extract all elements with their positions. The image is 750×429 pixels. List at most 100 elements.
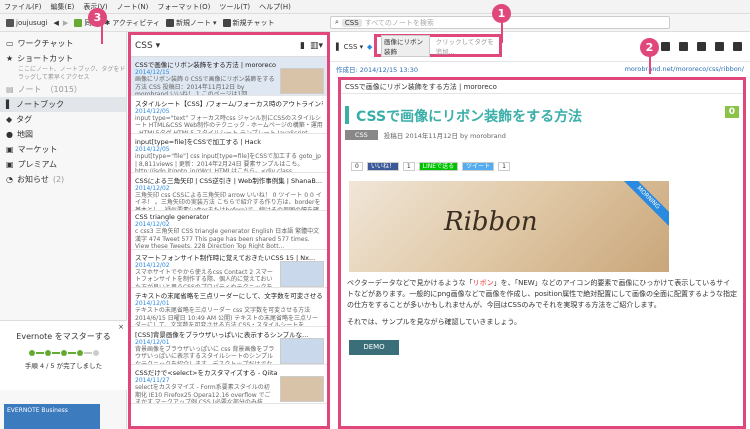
callout-3: 3 [88,8,107,27]
note-date: 2014/12/05 [135,107,170,115]
ribbon-badge: MORNING [619,181,669,227]
share-buttons: 0 いいね！ 1 LINEで送る ツイート 1 [351,162,743,171]
close-icon[interactable]: × [118,323,124,331]
onboarding-panel: × Evernote をマスターする 手順 4 / 5 が完了しました [0,320,127,390]
tag-icon: ◆ [6,115,13,124]
list-item[interactable]: CSSで画像にリボン装飾をする方法 | mororeco 2014/12/15 画像… [131,57,327,96]
forward-arrow-icon[interactable]: ▶ [63,19,68,27]
note-snippet: input type="text" フォーカス時css ジャンル別にCSSのスタ… [135,114,323,134]
comment-count: 0 [724,106,739,118]
sidebar-item-tags[interactable]: ◆ タグ [0,112,126,127]
list-item[interactable]: CSSだけで<select>をカスタマイズする - Qiita 2014/11/2… [131,365,327,404]
sidebar-item-notes[interactable]: ▤ ノート （1015） [0,82,126,97]
menu-help[interactable]: ヘルプ(H) [259,2,291,12]
note-editor: ▌ CSS ▾ ◆ 画像にリボン装飾 クリックしてタグを追加... 作成日: 2… [330,32,750,429]
sidebar-item-atlas[interactable]: ● 地図 [0,127,126,142]
note-title: スタイルシート【CSS】/フォーム/フォーカス時のアウトラインを指定する - T… [135,99,323,108]
new-chat-button[interactable]: 新規チャット [222,18,274,28]
user-account[interactable]: joujusugi [6,18,48,27]
info-icon[interactable] [697,42,706,51]
user-icon [6,18,14,27]
activity-button[interactable]: ✱ アクティビティ [104,18,160,28]
note-meta: 作成日: 2014/12/15 13:30 morobrand.net/moro… [330,62,750,75]
note-icon: ▤ [6,85,14,94]
demo-button[interactable]: DEMO [349,340,399,355]
note-list-header: CSS ▾ ▮ ▥▾ [131,35,327,57]
trash-icon[interactable]: ▮ [300,41,305,51]
note-date: 2014/12/01 [135,300,170,307]
note-title: CSS triangle generator [135,213,210,221]
note-thumbnail [280,376,324,402]
new-note-icon [166,18,174,27]
note-thumbnail [280,337,324,364]
sidebar-item-premium[interactable]: ▣ プレミアム [0,157,126,172]
note-thumbnail [280,260,324,287]
tag-input[interactable]: クリックしてタグを追加... [436,36,499,56]
star-icon: ★ [6,54,14,63]
body-paragraph: ベクターデータなどで見かけるような「リボン」を、「NEW」などのアイコン的要素で… [347,279,737,309]
note-title: CSSによる三角矢印 | CSS逆引き | Web制作事例集 | ShanaB.… [135,176,323,185]
list-item[interactable]: input[type=file]をCSSで加工する | Hack 2014/12/… [131,134,327,173]
note-date: 2014/12/02 [135,221,170,228]
list-item[interactable]: [CSS]背景画像をブラウザいっぱいに表示するシンプルな... 2014/12/0… [131,327,327,365]
shortcuts-hint: ここにノート、ノートブック、タグをドラッグして素早くアクセス [18,66,126,81]
clip-title: CSSで画像にリボン装飾をする方法 | mororeco [341,80,743,94]
sidebar-item-shortcuts[interactable]: ★ ショートカット [0,51,126,66]
list-item[interactable]: CSS triangle generator 2014/12/02 c css3 三… [131,211,327,250]
expand-icon[interactable] [733,42,742,51]
tag-icon: ◆ [367,43,373,51]
onboarding-title: Evernote をマスターする [16,332,111,341]
post-meta: CSS 投稿日 2014年11月12日 by morobrand [345,130,739,140]
callout-2: 2 [640,38,659,57]
created-date: 作成日: 2014/12/15 13:30 [336,65,419,74]
reminder-icon[interactable] [661,42,670,51]
menu-file[interactable]: ファイル(F) [4,2,42,12]
new-note-button[interactable]: 新規ノート ▾ [166,18,217,28]
note-snippet: テキストの末尾省略を三点リーダー css 文字数を可変させる方法 2014/6/… [135,307,319,327]
list-item[interactable]: CSSによる三角矢印 | CSS逆引き | Web制作事例集 | ShanaB.… [131,173,327,211]
pin-icon: ● [6,130,13,139]
chevron-down-icon[interactable]: ▾ [213,19,217,27]
premium-icon: ▣ [6,160,14,169]
body-paragraph-2: それでは、サンプルを見ながら確認していきましょう。 [347,318,521,326]
view-options-icon[interactable]: ▥▾ [310,41,323,51]
callout-1: 1 [492,4,511,23]
business-banner[interactable]: EVERNOTE Business [4,404,100,429]
note-date: 2014/12/02 [135,184,170,192]
source-url[interactable]: morobrand.net/mororeco/css/ribbon/ [625,65,744,73]
share-icon[interactable] [715,42,724,51]
back-arrow-icon[interactable]: ◀ [54,19,59,27]
progress-steps [0,350,127,356]
search-placeholder: すべてのノートを検索 [364,18,434,27]
search-chip[interactable]: CSS [341,18,362,27]
editor-toolbar: ▌ CSS ▾ ◆ 画像にリボン装飾 クリックしてタグを追加... [330,32,750,62]
tag-field[interactable]: 画像にリボン装飾 クリックしてタグを追加... [374,34,502,57]
tag-chip[interactable]: 画像にリボン装飾 [381,34,430,57]
category-badge[interactable]: CSS [345,130,378,140]
menu-tools[interactable]: ツール(T) [219,2,250,12]
note-snippet: 三角矢印 css CSSによる三角矢印 arrow いいね！ 0 ツイート 0 … [135,191,322,211]
menu-edit[interactable]: 編集(E) [51,2,75,12]
list-item[interactable]: スタイルシート【CSS】/フォーム/フォーカス時のアウトラインを指定する - T… [131,96,327,134]
note-content[interactable]: CSSで画像にリボン装飾をする方法 | mororeco CSSで画像にリボン装… [338,77,746,429]
sidebar-item-workchat[interactable]: ▭ ワークチャット [0,36,126,51]
notebook-selector[interactable]: ▌ CSS ▾ [336,43,363,51]
sidebar-item-notebooks[interactable]: ▌ ノートブック [0,97,126,112]
list-item[interactable]: テキストの末尾省略を三点リーダーにして、文字数を可変させる方法 - スタイル..… [131,288,327,327]
hero-image: Ribbon MORNING [349,181,669,272]
note-list: CSS ▾ ▮ ▥▾ CSSで画像にリボン装飾をする方法 | mororeco 2… [128,32,330,429]
menu-note[interactable]: ノート(N) [117,2,149,12]
list-item[interactable]: スマートフォンサイト制作時に覚えておきたいCSS 15 | Nx... 2014/… [131,250,327,288]
notebook-dropdown[interactable]: CSS ▾ [135,41,160,51]
search-icon: ⌕ [335,18,339,26]
note-snippet: c css3 三角矢印 CSS triangle generator Engli… [135,228,320,250]
sidebar-item-market[interactable]: ▣ マーケット [0,142,126,157]
menu-bar: ファイル(F) 編集(E) 表示(V) ノート(N) フォーマット(O) ツール… [0,0,750,14]
callout-pointer-1 [501,21,503,43]
menu-format[interactable]: フォーマット(O) [157,2,210,12]
note-list-items: CSSで画像にリボン装飾をする方法 | mororeco 2014/12/15 画像… [131,57,327,404]
present-icon[interactable] [679,42,688,51]
sidebar-item-notifications[interactable]: ◔ お知らせ (2) [0,172,126,187]
note-title: テキストの末尾省略を三点リーダーにして、文字数を可変させる方法 - スタイル..… [135,292,323,300]
onboarding-progress: 手順 4 / 5 が完了しました [24,362,103,370]
